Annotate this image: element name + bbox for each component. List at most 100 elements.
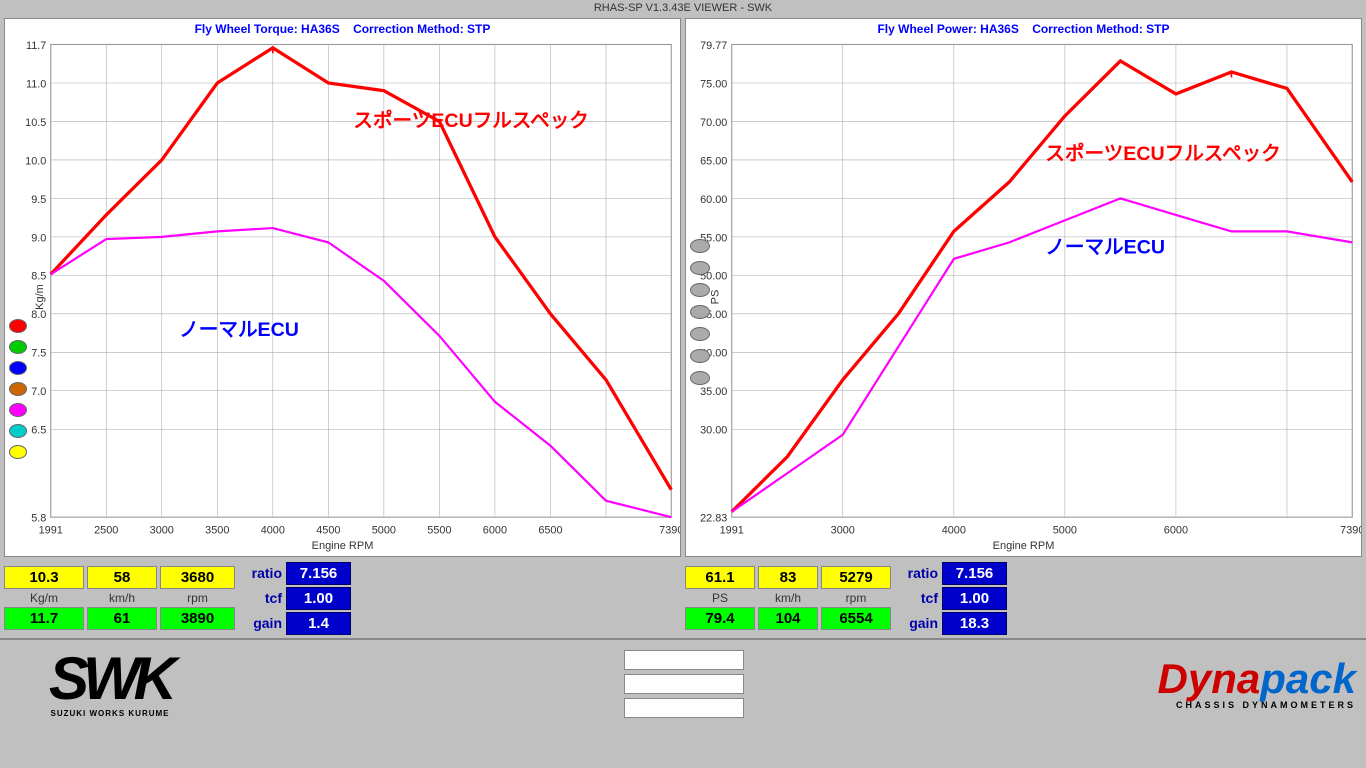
legend-blue (9, 361, 27, 375)
right-chart-container: PS (686, 39, 1361, 556)
right-cell-3: 5279 rpm 6554 (821, 566, 891, 630)
legend-oval-3 (690, 283, 710, 297)
dynapack-subtitle: CHASSIS DYNAMOMETERS (1176, 700, 1356, 710)
left-ratio-label: ratio (242, 565, 282, 581)
left-y-axis-label: Kg/m (34, 285, 46, 311)
swk-subtitle: SUZUKI WORKS KURUME (51, 709, 170, 718)
center-box-2 (624, 674, 744, 694)
right-gain-val: 18.3 (942, 612, 1007, 635)
svg-text:7.5: 7.5 (31, 348, 46, 360)
svg-text:3500: 3500 (205, 525, 229, 537)
svg-text:5.8: 5.8 (31, 513, 46, 525)
legend-oval-1 (690, 239, 710, 253)
right-val1-green: 79.4 (685, 607, 755, 630)
left-val3-yellow: 3680 (160, 566, 235, 589)
legend-oval-2 (690, 261, 710, 275)
svg-text:8.0: 8.0 (31, 309, 46, 321)
legend-oval-7 (690, 371, 710, 385)
legend-brown (9, 382, 27, 396)
left-ratio-row: ratio 7.156 (242, 562, 351, 585)
legend-oval-5 (690, 327, 710, 341)
svg-text:3000: 3000 (831, 525, 855, 537)
svg-text:6500: 6500 (538, 525, 562, 537)
left-tcf-row: tcf 1.00 (242, 587, 351, 610)
right-val3-green: 6554 (821, 607, 891, 630)
svg-text:6.5: 6.5 (31, 425, 46, 437)
svg-text:2500: 2500 (94, 525, 118, 537)
right-x-axis-label: Engine RPM (686, 540, 1361, 554)
left-val1-yellow: 10.3 (4, 566, 84, 589)
data-row: 10.3 Kg/m 11.7 58 km/h 61 3680 rpm 3890 … (0, 559, 1366, 638)
svg-text:65.00: 65.00 (700, 155, 727, 167)
legend-magenta (9, 403, 27, 417)
svg-text:22.83: 22.83 (700, 513, 727, 525)
right-unit3: rpm (821, 591, 891, 605)
left-cell-2: 58 km/h 61 (87, 566, 157, 630)
left-val3-green: 3890 (160, 607, 235, 630)
left-ratio-block: ratio 7.156 tcf 1.00 gain 1.4 (242, 562, 351, 635)
right-y-axis-label: PS (709, 290, 721, 305)
svg-text:4500: 4500 (316, 525, 340, 537)
dynapack-logo: Dynapack CHASSIS DYNAMOMETERS (1158, 658, 1356, 710)
bottom-bar: SWK SUZUKI WORKS KURUME Dynapack CHASSIS… (0, 638, 1366, 728)
left-val2-green: 61 (87, 607, 157, 630)
left-ratio-val: 7.156 (286, 562, 351, 585)
right-chart-title: Fly Wheel Power: HA36S Correction Method… (877, 22, 1169, 36)
right-ratio-row: ratio 7.156 (898, 562, 1007, 585)
left-cell-1: 10.3 Kg/m 11.7 (4, 566, 84, 630)
right-unit1: PS (685, 591, 755, 605)
right-tcf-label: tcf (898, 590, 938, 606)
legend-yellow (9, 445, 27, 459)
left-unit3: rpm (160, 591, 235, 605)
svg-text:70.00: 70.00 (700, 117, 727, 129)
left-tcf-label: tcf (242, 590, 282, 606)
svg-text:60.00: 60.00 (700, 194, 727, 206)
left-unit2: km/h (87, 591, 157, 605)
svg-text:9.0: 9.0 (31, 232, 46, 244)
right-tcf-row: tcf 1.00 (898, 587, 1007, 610)
svg-text:4000: 4000 (261, 525, 285, 537)
title-text: RHAS-SP V1.3.43E VIEWER - SWK (594, 2, 772, 14)
right-val1-yellow: 61.1 (685, 566, 755, 589)
center-box-1 (624, 650, 744, 670)
svg-text:3000: 3000 (150, 525, 174, 537)
svg-text:79.77: 79.77 (700, 40, 727, 52)
right-gain-label: gain (898, 615, 938, 631)
right-chart-header: Fly Wheel Power: HA36S Correction Method… (686, 19, 1361, 39)
left-chart-header: Fly Wheel Torque: HA36S Correction Metho… (5, 19, 680, 39)
center-boxes (210, 650, 1158, 718)
right-legend (690, 239, 710, 385)
left-gain-val: 1.4 (286, 612, 351, 635)
svg-text:4000: 4000 (942, 525, 966, 537)
legend-oval-6 (690, 349, 710, 363)
left-chart-panel: Fly Wheel Torque: HA36S Correction Metho… (4, 18, 681, 557)
left-tcf-val: 1.00 (286, 587, 351, 610)
right-cell-2: 83 km/h 104 (758, 566, 818, 630)
left-val2-yellow: 58 (87, 566, 157, 589)
svg-text:1991: 1991 (39, 525, 63, 537)
right-ratio-label: ratio (898, 565, 938, 581)
svg-text:30.00: 30.00 (700, 425, 727, 437)
legend-red (9, 319, 27, 333)
svg-text:5000: 5000 (372, 525, 396, 537)
legend-oval-4 (690, 305, 710, 319)
svg-text:スポーツECUフルスペック: スポーツECUフルスペック (353, 109, 589, 132)
left-gain-row: gain 1.4 (242, 612, 351, 635)
left-data-panel: 10.3 Kg/m 11.7 58 km/h 61 3680 rpm 3890 … (4, 562, 681, 635)
left-cell-3: 3680 rpm 3890 (160, 566, 235, 630)
left-chart-container: Kg/m (5, 39, 680, 556)
svg-text:1991: 1991 (720, 525, 744, 537)
left-unit1: Kg/m (4, 591, 84, 605)
svg-text:10.5: 10.5 (25, 117, 46, 129)
right-val3-yellow: 5279 (821, 566, 891, 589)
left-x-axis-label: Engine RPM (5, 540, 680, 554)
left-gain-label: gain (242, 615, 282, 631)
legend-green (9, 340, 27, 354)
legend-cyan (9, 424, 27, 438)
charts-area: Fly Wheel Torque: HA36S Correction Metho… (0, 16, 1366, 559)
svg-text:11.0: 11.0 (26, 78, 46, 90)
right-gain-row: gain 18.3 (898, 612, 1007, 635)
title-bar: RHAS-SP V1.3.43E VIEWER - SWK (0, 0, 1366, 16)
right-ratio-val: 7.156 (942, 562, 1007, 585)
right-data-panel: 61.1 PS 79.4 83 km/h 104 5279 rpm 6554 r… (685, 562, 1362, 635)
